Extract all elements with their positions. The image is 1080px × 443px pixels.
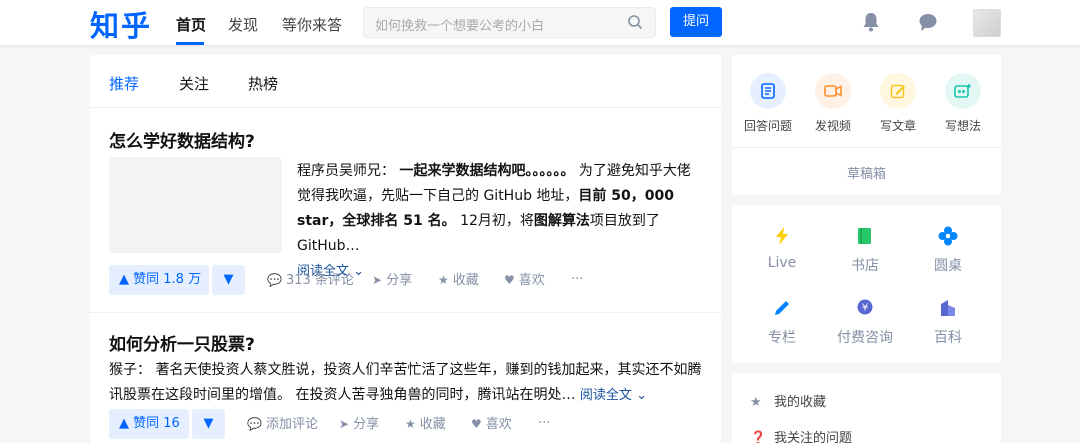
yuan-coin-icon: ¥ [825, 297, 905, 319]
comments-button[interactable]: 💬 313 条评论 [267, 265, 354, 296]
nav-tab-waiting-answers[interactable]: 等你来答 [282, 14, 342, 35]
book-icon [825, 225, 905, 247]
heart-icon: ♥ [471, 417, 482, 431]
like-button[interactable]: ♥ 喜欢 [504, 265, 545, 296]
category-paid-consult[interactable]: ¥ 付费咨询 [825, 297, 905, 347]
upvote-button[interactable]: ▲ 赞同 1.8 万 [109, 265, 209, 295]
video-icon [815, 73, 851, 109]
caret-down-icon: ▼ [203, 416, 214, 431]
messages-icon[interactable] [918, 12, 938, 36]
more-options-button[interactable]: ··· [571, 265, 583, 295]
question-title[interactable]: 怎么学好数据结构? [109, 127, 255, 152]
category-live[interactable]: Live [742, 225, 822, 271]
favorite-button[interactable]: ★ 收藏 [405, 409, 446, 440]
pencil-icon [880, 73, 916, 109]
question-title[interactable]: 如何分析一只股票? [109, 330, 255, 355]
feed-tab-recommend[interactable]: 推荐 [109, 73, 139, 94]
answer-question-button[interactable]: 回答问题 [736, 73, 800, 134]
share-icon: ➤ [339, 417, 350, 431]
category-column[interactable]: 专栏 [742, 297, 822, 347]
caret-up-icon: ▲ [119, 272, 129, 287]
comment-icon: 💬 [247, 417, 262, 431]
like-button[interactable]: ♥ 喜欢 [471, 409, 512, 440]
star-icon: ★ [750, 395, 762, 410]
comment-icon: 💬 [267, 273, 282, 287]
question-icon: ❓ [750, 431, 767, 443]
categories-card: Live 书店 圆桌 专栏 ¥ 付费咨询 百科 [732, 205, 1001, 363]
read-more-link[interactable]: 阅读全文 ⌄ [580, 388, 647, 403]
category-roundtable[interactable]: 圆桌 [908, 225, 988, 275]
idea-icon [945, 73, 981, 109]
answer-excerpt[interactable]: 猴子： 著名天使投资人蔡文胜说，投资人们辛苦忙活了这些年，赚到的钱加起来，其实还… [109, 358, 704, 408]
personal-links-card: ★ 我的收藏 ❓ 我关注的问题 [732, 373, 1001, 443]
chevron-down-icon: ⌄ [636, 388, 647, 403]
chevron-down-icon: ⌄ [353, 264, 365, 279]
creation-card: 回答问题 发视频 写文章 写想法 草稿箱 [732, 55, 1001, 195]
caret-up-icon: ▲ [119, 416, 129, 431]
heart-icon: ♥ [504, 273, 515, 287]
nav-active-indicator [176, 42, 204, 45]
add-comment-button[interactable]: 💬 添加评论 [247, 409, 318, 440]
divider [90, 312, 721, 313]
author-name: 程序员吴师兄： [297, 163, 395, 179]
lightning-icon [742, 225, 822, 247]
downvote-button[interactable]: ▼ [192, 409, 225, 439]
feed-tab-follow[interactable]: 关注 [179, 73, 209, 94]
write-article-button[interactable]: 写文章 [866, 73, 930, 134]
share-button[interactable]: ➤ 分享 [372, 265, 412, 296]
nav-tab-discover[interactable]: 发现 [228, 14, 258, 35]
answer-excerpt[interactable]: 程序员吴师兄： 一起来学数据结构吧。。。。。。 为了避免知乎大佬觉得我吹逼，先贴… [297, 159, 704, 284]
answer-icon [750, 73, 786, 109]
ask-question-button[interactable]: 提问 [670, 7, 722, 37]
excerpt-text: 12月初，将 [460, 213, 534, 229]
nav-tab-home[interactable]: 首页 [176, 14, 206, 35]
upvote-button[interactable]: ▲ 赞同 16 [109, 409, 189, 439]
search-placeholder: 如何挽救一个想要公考的小白 [375, 19, 545, 34]
star-icon: ★ [438, 273, 449, 287]
category-bookstore[interactable]: 书店 [825, 225, 905, 275]
downvote-button[interactable]: ▼ [212, 265, 245, 295]
caret-down-icon: ▼ [223, 272, 234, 287]
excerpt-bold: 一起来学数据结构吧。。。。。。 [399, 163, 575, 179]
excerpt-bold: 图解算法 [533, 213, 590, 229]
drafts-link[interactable]: 草稿箱 [732, 163, 1001, 182]
my-favorites-link[interactable]: ★ 我的收藏 [750, 391, 826, 410]
more-options-button[interactable]: ··· [538, 409, 550, 439]
svg-text:¥: ¥ [862, 303, 868, 314]
notification-bell-icon[interactable] [862, 12, 880, 36]
favorite-button[interactable]: ★ 收藏 [438, 265, 479, 296]
post-video-button[interactable]: 发视频 [801, 73, 865, 134]
zhihu-logo[interactable]: 知乎 [90, 3, 152, 45]
search-icon[interactable] [627, 14, 643, 34]
top-navigation-bar: 知乎 首页 发现 等你来答 如何挽救一个想要公考的小白 提问 [0, 0, 1080, 45]
feed-tab-hot[interactable]: 热榜 [248, 73, 278, 94]
share-button[interactable]: ➤ 分享 [339, 409, 379, 440]
main-feed-card: 推荐 关注 热榜 怎么学好数据结构? 程序员吴师兄： 一起来学数据结构吧。。。。… [90, 55, 721, 443]
share-icon: ➤ [372, 273, 383, 287]
encyclopedia-icon [908, 297, 988, 319]
divider [732, 147, 1001, 148]
divider [90, 107, 721, 108]
write-idea-button[interactable]: 写想法 [931, 73, 995, 134]
user-avatar[interactable] [973, 9, 1001, 37]
search-input[interactable]: 如何挽救一个想要公考的小白 [363, 7, 656, 38]
category-encyclopedia[interactable]: 百科 [908, 297, 988, 347]
roundtable-icon [908, 225, 988, 247]
pen-icon [742, 297, 822, 319]
star-icon: ★ [405, 417, 416, 431]
followed-questions-link[interactable]: ❓ 我关注的问题 [750, 427, 852, 443]
answer-thumbnail[interactable] [109, 157, 282, 253]
